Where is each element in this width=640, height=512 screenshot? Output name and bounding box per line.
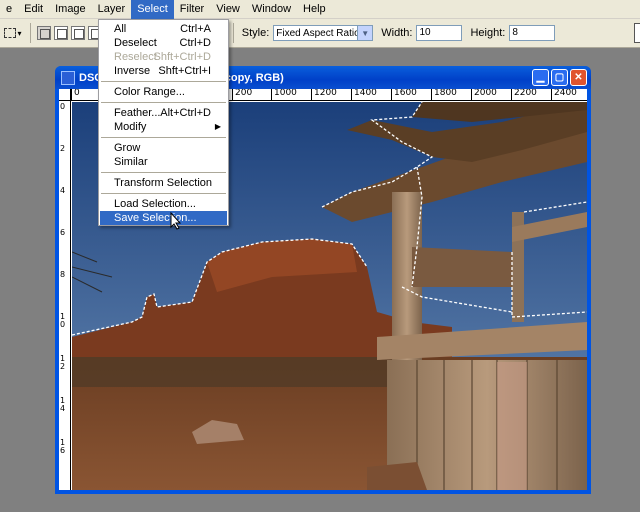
chevron-down-icon[interactable]: ▼ (357, 26, 373, 40)
ruler-tick-label: 0 (71, 89, 80, 100)
ruler-tick-label: 200 (232, 89, 252, 100)
menu-item-label: Color Range... (114, 86, 185, 98)
ruler-tick-label: 0 (60, 102, 66, 111)
vertical-ruler[interactable]: 0 2 4 6 8 1 0 1 2 1 4 1 6 (59, 101, 71, 490)
style-label: Style: (241, 27, 270, 39)
menu-item-label: Transform Selection (114, 177, 213, 189)
ruler-tick-label: 1 0 (60, 312, 66, 329)
chevron-down-icon[interactable]: ▾ (17, 29, 21, 38)
divider (30, 23, 31, 43)
menu-item-label: Save Selection... (114, 212, 197, 224)
subtract-selection-mode-icon[interactable] (71, 26, 85, 40)
menu-divider (101, 172, 226, 173)
menu-item-save-selection[interactable]: Save Selection... (100, 211, 227, 225)
marquee-tool-icon[interactable]: ▾ (2, 23, 24, 43)
close-icon[interactable]: ✕ (570, 69, 587, 86)
width-field[interactable]: 10 (416, 25, 463, 41)
new-selection-mode-icon[interactable] (37, 26, 51, 40)
menu-file[interactable]: e (0, 0, 18, 19)
menu-image[interactable]: Image (49, 0, 92, 19)
menu-item-modify[interactable]: Modify ▶ (100, 120, 227, 134)
menu-view[interactable]: View (210, 0, 246, 19)
ruler-tick-label: 1400 (351, 89, 377, 100)
menu-item-label: Load Selection... (114, 198, 196, 210)
submenu-arrow-icon: ▶ (214, 122, 221, 131)
style-select-value: Fixed Aspect Ratio (276, 27, 360, 39)
height-label: Height: (470, 27, 506, 39)
options-bar: ▾ sed Style: Fixed Aspect Ratio ▼ Width:… (0, 19, 640, 48)
menu-item-transform-selection[interactable]: Transform Selection (100, 176, 227, 190)
menu-item-shortcut: Ctrl+A (180, 23, 211, 35)
height-field[interactable]: 8 (509, 25, 556, 41)
menu-item-shortcut: Ctrl+D (179, 37, 211, 49)
menu-item-inverse[interactable]: Inverse Shft+Ctrl+I (100, 64, 227, 78)
menu-item-label: Deselect (114, 37, 157, 49)
menu-item-color-range[interactable]: Color Range... (100, 85, 227, 99)
palette-well[interactable] (634, 23, 640, 43)
menu-filter[interactable]: Filter (174, 0, 210, 19)
menu-item-feather[interactable]: Feather... Alt+Ctrl+D (100, 106, 227, 120)
width-label: Width: (381, 27, 413, 39)
divider (232, 23, 234, 43)
menu-item-label: All (114, 23, 127, 35)
menu-item-deselect[interactable]: Deselect Ctrl+D (100, 36, 227, 50)
menu-help[interactable]: Help (297, 0, 332, 19)
ruler-tick-label: 2000 (471, 89, 497, 100)
menu-item-load-selection[interactable]: Load Selection... (100, 197, 227, 211)
menu-divider (101, 193, 226, 194)
menu-select[interactable]: Select (131, 0, 174, 19)
ruler-tick-label: 6 (60, 228, 66, 237)
menu-bar: e Edit Image Layer Select Filter View Wi… (0, 0, 640, 19)
menu-item-similar[interactable]: Similar (100, 155, 227, 169)
menu-item-shortcut: Shft+Ctrl+I (158, 65, 211, 77)
ruler-tick-label: 1000 (271, 89, 297, 100)
ruler-tick-label: 1600 (391, 89, 417, 100)
add-selection-mode-icon[interactable] (54, 26, 68, 40)
menu-item-shortcut: Shft+Ctrl+D (153, 51, 211, 63)
menu-layer[interactable]: Layer (92, 0, 132, 19)
menu-edit[interactable]: Edit (18, 0, 49, 19)
menu-item-label: Similar (114, 156, 148, 168)
maximize-icon[interactable]: ▢ (551, 69, 568, 86)
ruler-tick-label: 2 (60, 144, 66, 153)
menu-window[interactable]: Window (246, 0, 297, 19)
ruler-tick-label: 2400 (551, 89, 577, 100)
menu-divider (101, 102, 226, 103)
photoshop-doc-icon (61, 70, 75, 85)
menu-item-label: Modify (114, 121, 147, 133)
menu-item-label: Reselect (114, 51, 157, 63)
minimize-icon[interactable]: ▁ (532, 69, 549, 86)
menu-divider (101, 137, 226, 138)
ruler-tick-label: 1 6 (60, 438, 66, 455)
ruler-origin[interactable] (59, 89, 71, 101)
style-select[interactable]: Fixed Aspect Ratio ▼ (273, 25, 374, 41)
ruler-tick-label: 1 4 (60, 396, 66, 413)
menu-item-grow[interactable]: Grow (100, 141, 227, 155)
mouse-pointer-icon (170, 212, 182, 230)
menu-item-label: Inverse (114, 65, 151, 77)
ruler-tick-label: 4 (60, 186, 66, 195)
menu-item-label: Grow (114, 142, 141, 154)
ruler-tick-label: 1 2 (60, 354, 66, 371)
select-menu: All Ctrl+A Deselect Ctrl+D Reselect Shft… (98, 19, 229, 226)
menu-divider (101, 81, 226, 82)
menu-item-shortcut: Alt+Ctrl+D (160, 107, 211, 119)
ruler-tick-label: 8 (60, 270, 66, 279)
menu-item-reselect: Reselect Shft+Ctrl+D (100, 50, 227, 64)
ruler-tick-label: 2200 (511, 89, 537, 100)
ruler-tick-label: 1800 (431, 89, 457, 100)
menu-item-label: Feather... (114, 107, 161, 119)
ruler-tick-label: 1200 (311, 89, 337, 100)
menu-item-all[interactable]: All Ctrl+A (100, 22, 227, 36)
